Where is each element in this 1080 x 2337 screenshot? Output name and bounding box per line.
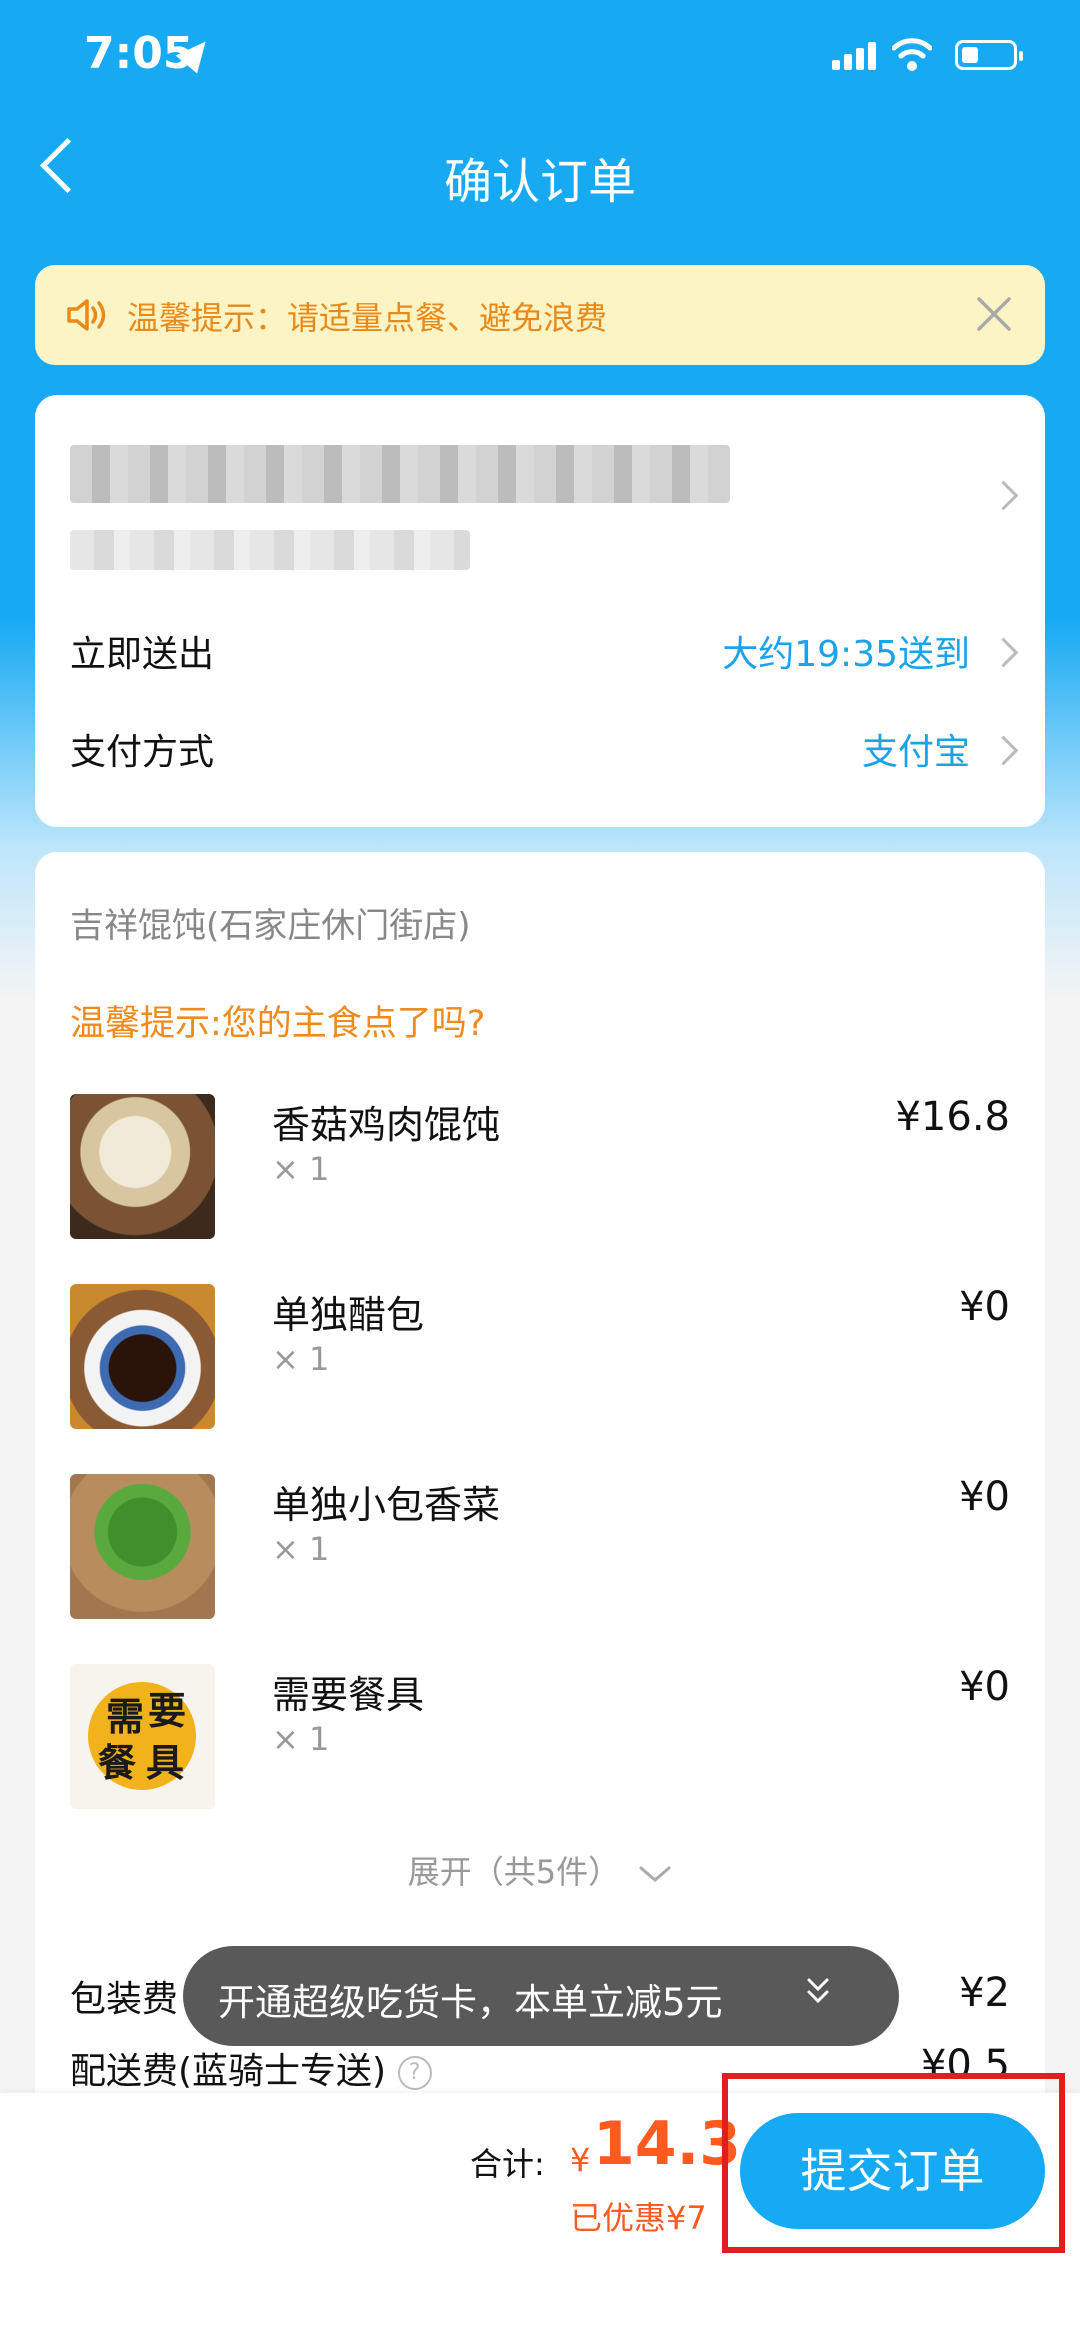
staple-hint: 温馨提示:您的主食点了吗? xyxy=(70,1004,486,1044)
item-quantity: × 1 xyxy=(272,1340,330,1378)
item-price: ¥0 xyxy=(959,1284,1010,1330)
notice-text: 温馨提示：请适量点餐、避免浪费 xyxy=(127,299,608,337)
expand-label: 展开（共5件） xyxy=(407,1853,621,1891)
address-redacted xyxy=(70,445,730,503)
wifi-icon xyxy=(892,38,932,71)
item-quantity: × 1 xyxy=(272,1150,330,1188)
notice-banner: 温馨提示：请适量点餐、避免浪费 xyxy=(35,265,1045,365)
item-name: 单独小包香菜 xyxy=(272,1483,501,1527)
status-bar: 7:05 xyxy=(0,0,1080,120)
chevron-right-icon xyxy=(988,480,1019,511)
item-price: ¥16.8 xyxy=(895,1094,1010,1140)
item-name: 香菇鸡肉馄饨 xyxy=(272,1103,501,1147)
item-price: ¥0 xyxy=(959,1664,1010,1710)
promo-text: 开通超级吃货卡，本单立减5元 xyxy=(218,1981,723,2024)
svg-text:要: 要 xyxy=(148,1688,186,1733)
item-quantity: × 1 xyxy=(272,1530,330,1568)
payment-row[interactable]: 支付方式 支付宝 xyxy=(70,723,1010,775)
battery-icon xyxy=(955,40,1023,70)
item-image xyxy=(70,1094,215,1239)
fee-label: 包装费 xyxy=(70,1979,179,2020)
expand-items-button[interactable]: 展开（共5件） xyxy=(35,1847,1045,1893)
highlight-box xyxy=(722,2073,1065,2253)
order-item: 单独醋包 × 1 ¥0 xyxy=(70,1284,1010,1434)
delivery-card: 立即送出 大约19:35送到 支付方式 支付宝 xyxy=(35,395,1045,827)
item-quantity: × 1 xyxy=(272,1720,330,1758)
total-label: 合计: xyxy=(470,2145,545,2183)
order-item: 单独小包香菜 × 1 ¥0 xyxy=(70,1474,1010,1624)
help-icon[interactable]: ? xyxy=(397,2056,432,2090)
svg-text:具: 具 xyxy=(146,1740,184,1785)
delivery-time-row[interactable]: 立即送出 大约19:35送到 xyxy=(70,625,1010,677)
membership-promo[interactable]: 开通超级吃货卡，本单立减5元 xyxy=(183,1946,899,2046)
close-icon[interactable] xyxy=(973,293,1015,335)
delivery-time-value: 大约19:35送到 xyxy=(722,634,970,675)
item-image xyxy=(70,1284,215,1429)
svg-text:需: 需 xyxy=(106,1694,144,1739)
item-price: ¥0 xyxy=(959,1474,1010,1520)
payment-value: 支付宝 xyxy=(861,732,970,773)
contact-redacted xyxy=(70,530,470,570)
delivery-label: 立即送出 xyxy=(70,634,215,675)
discount-text: 已优惠¥7 xyxy=(570,2199,707,2237)
fee-label: 配送费(蓝骑士专送) xyxy=(70,2051,387,2092)
page-title: 确认订单 xyxy=(443,154,636,210)
item-name: 单独醋包 xyxy=(272,1293,425,1337)
double-chevron-down-icon xyxy=(807,1978,829,2004)
shop-name: 吉祥馄饨(石家庄休门街店) xyxy=(70,906,471,946)
item-name: 需要餐具 xyxy=(272,1673,425,1717)
payment-label: 支付方式 xyxy=(70,732,215,773)
order-item: 香菇鸡肉馄饨 × 1 ¥16.8 xyxy=(70,1094,1010,1244)
item-image xyxy=(70,1474,215,1619)
order-item: 需 要 餐 具 需要餐具 × 1 ¥0 xyxy=(70,1664,1010,1814)
address-row[interactable] xyxy=(35,395,1045,595)
fee-value: ¥2 xyxy=(959,1970,1010,2016)
total-amount: 14.3 xyxy=(593,2109,742,2179)
nav-bar: 确认订单 xyxy=(0,120,1080,230)
chevron-down-icon xyxy=(639,1866,671,1882)
tableware-badge-icon: 需 要 餐 具 xyxy=(88,1682,196,1790)
speaker-icon xyxy=(67,299,106,331)
svg-text:餐: 餐 xyxy=(98,1740,136,1785)
item-image: 需 要 餐 具 xyxy=(70,1664,215,1809)
total-currency: ¥ xyxy=(570,2141,591,2179)
signal-icon xyxy=(832,42,880,70)
